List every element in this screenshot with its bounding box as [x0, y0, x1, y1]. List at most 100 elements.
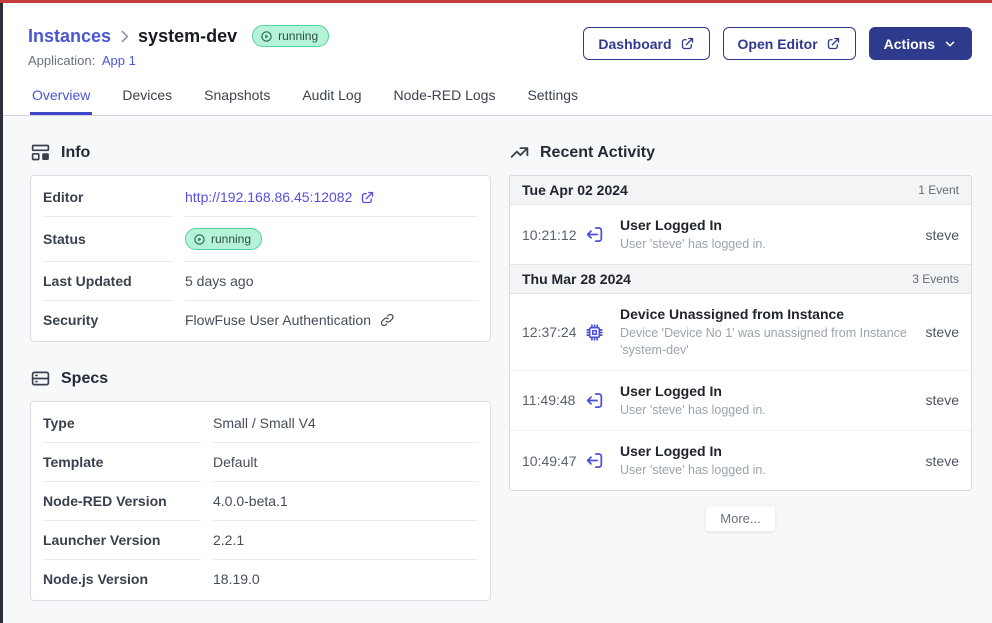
status-badge: running — [252, 25, 329, 47]
audit-entry-body: Device Unassigned from Instance Device '… — [620, 306, 926, 358]
tab-snapshots[interactable]: Snapshots — [202, 83, 272, 115]
info-row-status: Status running — [43, 217, 478, 262]
activity-date: Tue Apr 02 2024 — [522, 182, 628, 198]
specs-value: 18.19.0 — [213, 560, 478, 598]
actions-button[interactable]: Actions — [869, 27, 972, 60]
audit-entry-user: steve — [926, 392, 959, 408]
specs-value: Default — [213, 443, 478, 482]
server-icon — [30, 368, 51, 389]
external-link-icon — [680, 36, 695, 51]
left-column: Info Editor http://192.168.86.45:12082 S… — [30, 142, 491, 601]
login-icon — [584, 390, 605, 411]
page-header: Instances system-dev running Application… — [0, 0, 992, 116]
specs-row-template: Template Default — [43, 443, 478, 482]
audit-entry-time: 11:49:48 — [522, 392, 584, 408]
activity-log: Tue Apr 02 2024 1 Event 10:21:12 User Lo… — [509, 175, 972, 491]
dashboard-button[interactable]: Dashboard — [583, 27, 709, 60]
dashboard-button-label: Dashboard — [598, 36, 671, 52]
sidebar-edge — [0, 0, 3, 623]
audit-entry-title: User Logged In — [620, 217, 918, 233]
specs-label: Template — [43, 443, 201, 482]
chip-icon — [584, 322, 605, 343]
play-circle-icon — [260, 30, 273, 43]
audit-entry-description: User 'steve' has logged in. — [620, 402, 918, 418]
activity-date-header: Thu Mar 28 2024 3 Events — [510, 264, 971, 294]
tab-settings[interactable]: Settings — [525, 83, 580, 115]
info-section-label: Info — [61, 144, 90, 162]
specs-label: Launcher Version — [43, 521, 201, 560]
tab-node-red-logs[interactable]: Node-RED Logs — [392, 83, 498, 115]
activity-date-header: Tue Apr 02 2024 1 Event — [510, 176, 971, 205]
tab-overview[interactable]: Overview — [30, 83, 92, 115]
audit-entry: 12:37:24 Device Unassigned from Instance… — [510, 294, 971, 370]
audit-entry-time: 10:21:12 — [522, 227, 584, 243]
info-section-title: Info — [30, 142, 491, 163]
audit-entry-body: User Logged In User 'steve' has logged i… — [620, 217, 926, 252]
status-badge: running — [185, 228, 262, 250]
open-editor-button[interactable]: Open Editor — [723, 27, 856, 60]
specs-row-node-red-version: Node-RED Version 4.0.0-beta.1 — [43, 482, 478, 521]
audit-entry: 11:49:48 User Logged In User 'steve' has… — [510, 370, 971, 430]
breadcrumb-instances-link[interactable]: Instances — [28, 26, 111, 47]
audit-entry: 10:49:47 User Logged In User 'steve' has… — [510, 430, 971, 490]
audit-entry-title: Device Unassigned from Instance — [620, 306, 918, 322]
template-icon — [30, 142, 51, 163]
chevron-right-icon — [116, 28, 133, 45]
specs-section-title: Specs — [30, 368, 491, 389]
open-editor-button-label: Open Editor — [738, 36, 818, 52]
audit-entry-title: User Logged In — [620, 383, 918, 399]
main-content: Info Editor http://192.168.86.45:12082 S… — [0, 116, 992, 601]
specs-row-launcher-version: Launcher Version 2.2.1 — [43, 521, 478, 560]
info-label: Last Updated — [43, 262, 173, 301]
instance-overview-page: Instances system-dev running Application… — [0, 0, 992, 623]
audit-entry-time: 12:37:24 — [522, 324, 584, 340]
audit-entry-time: 10:49:47 — [522, 453, 584, 469]
specs-value: 4.0.0-beta.1 — [213, 482, 478, 521]
application-link[interactable]: App 1 — [102, 53, 136, 68]
external-link-icon — [826, 36, 841, 51]
info-label: Security — [43, 301, 173, 339]
tab-audit-log[interactable]: Audit Log — [300, 83, 363, 115]
header-actions: Dashboard Open Editor Actions — [583, 27, 972, 60]
audit-entry-user: steve — [926, 453, 959, 469]
specs-section-label: Specs — [61, 370, 108, 388]
audit-entry-description: User 'steve' has logged in. — [620, 236, 918, 252]
more-button[interactable]: More... — [705, 505, 775, 532]
editor-url-link[interactable]: http://192.168.86.45:12082 — [185, 189, 352, 205]
specs-panel: Type Small / Small V4 Template Default N… — [30, 401, 491, 601]
specs-label: Type — [43, 404, 201, 443]
specs-value: 2.2.1 — [213, 521, 478, 560]
application-label: Application: — [28, 53, 95, 68]
specs-label: Node.js Version — [43, 560, 201, 598]
recent-activity-section-title: Recent Activity — [509, 142, 972, 163]
audit-entry-body: User Logged In User 'steve' has logged i… — [620, 443, 926, 478]
login-icon — [584, 450, 605, 471]
page-title: system-dev — [138, 26, 237, 47]
info-label: Editor — [43, 178, 173, 217]
activity-event-count: 3 Events — [912, 272, 959, 286]
specs-label: Node-RED Version — [43, 482, 201, 521]
audit-entry-user: steve — [926, 227, 959, 243]
recent-activity-label: Recent Activity — [540, 144, 655, 162]
info-row-security: Security FlowFuse User Authentication — [43, 301, 478, 339]
link-icon[interactable] — [379, 312, 395, 328]
load-more-row: More... — [509, 505, 972, 532]
trending-up-icon — [509, 142, 530, 163]
play-circle-icon — [193, 233, 206, 246]
last-updated-value: 5 days ago — [185, 262, 478, 301]
audit-entry-user: steve — [926, 324, 959, 340]
external-link-icon — [360, 190, 375, 205]
specs-value: Small / Small V4 — [213, 404, 478, 443]
tab-bar: Overview Devices Snapshots Audit Log Nod… — [30, 83, 972, 115]
specs-row-type: Type Small / Small V4 — [43, 404, 478, 443]
status-badge-label: running — [278, 29, 318, 43]
info-row-editor: Editor http://192.168.86.45:12082 — [43, 178, 478, 217]
info-label: Status — [43, 217, 173, 262]
chevron-down-icon — [943, 37, 957, 51]
status-badge-label: running — [211, 232, 251, 246]
audit-entry: 10:21:12 User Logged In User 'steve' has… — [510, 205, 971, 264]
tab-devices[interactable]: Devices — [120, 83, 174, 115]
audit-entry-description: Device 'Device No 1' was unassigned from… — [620, 325, 918, 358]
audit-entry-title: User Logged In — [620, 443, 918, 459]
right-column: Recent Activity Tue Apr 02 2024 1 Event … — [509, 142, 972, 601]
